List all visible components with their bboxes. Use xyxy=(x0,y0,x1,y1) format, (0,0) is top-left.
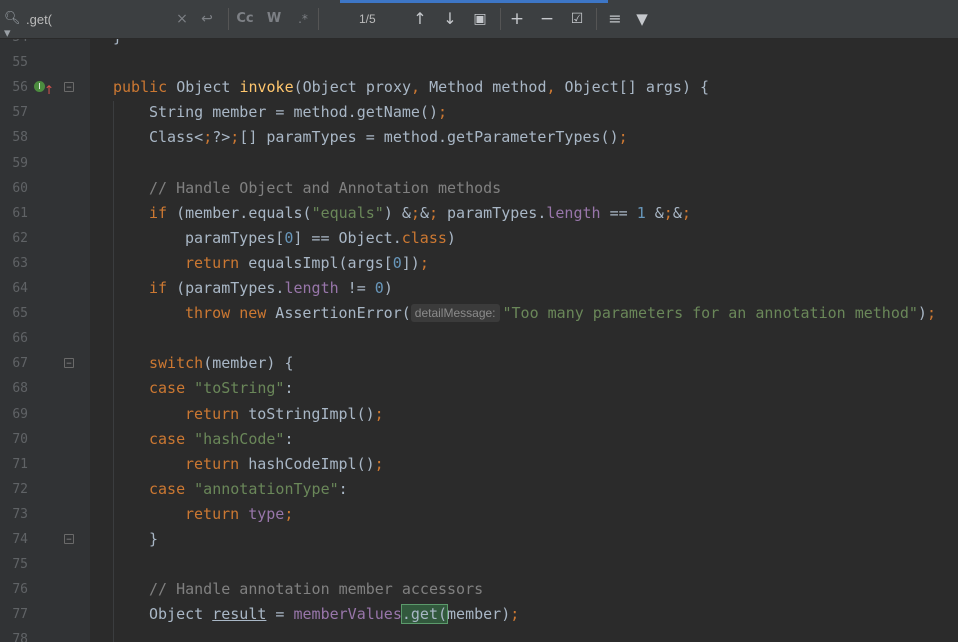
line-number: 70 xyxy=(12,431,28,447)
line-number: 77 xyxy=(12,607,28,623)
code-text: return equalsImpl(args[0]); xyxy=(185,253,429,272)
code-text: Object result = memberValues.get(member)… xyxy=(149,604,520,625)
code-text: case "hashCode": xyxy=(149,429,294,448)
line-number: 63 xyxy=(12,255,28,271)
code-text: if (member.equals("equals") &;&; paramTy… xyxy=(149,203,691,222)
line-number: 71 xyxy=(12,456,28,472)
add-occurrence-icon[interactable]: + xyxy=(506,9,528,29)
regex-icon[interactable]: .* xyxy=(294,9,312,29)
multiline-icon[interactable]: ≡ xyxy=(604,9,626,29)
fold-marker-icon[interactable]: − xyxy=(64,82,74,93)
code-text: Class<;?>;[] paramTypes = method.getPara… xyxy=(149,128,628,147)
code-text: case "toString": xyxy=(149,379,294,398)
line-number: 61 xyxy=(12,205,28,221)
code-line[interactable]: 54} xyxy=(0,39,958,50)
code-text: return hashCodeImpl(); xyxy=(185,454,384,473)
code-text: if (paramTypes.length != 0) xyxy=(149,279,393,297)
line-number: 56 xyxy=(12,80,28,96)
code-line[interactable]: 75 xyxy=(0,552,958,577)
code-line[interactable]: 69 return toStringImpl(); xyxy=(0,402,958,427)
line-number: 55 xyxy=(12,55,28,71)
line-number: 72 xyxy=(12,481,28,497)
code-editor[interactable]: 54}5556−I↑public Object invoke(Object pr… xyxy=(0,39,958,642)
line-number: 57 xyxy=(12,105,28,121)
line-number: 62 xyxy=(12,230,28,246)
previous-occurrence-icon[interactable]: ↑ xyxy=(410,9,430,29)
search-input[interactable] xyxy=(26,10,166,28)
code-line[interactable]: 65 throw new AssertionError(detailMessage… xyxy=(0,301,958,326)
line-number: 74 xyxy=(12,532,28,547)
code-line[interactable]: 70 case "hashCode": xyxy=(0,427,958,452)
line-number: 59 xyxy=(12,155,28,171)
match-count: 1/5 xyxy=(359,12,376,26)
code-text: switch(member) { xyxy=(149,354,294,373)
match-case-icon[interactable]: Cc xyxy=(234,9,256,29)
code-text: return toStringImpl(); xyxy=(185,404,384,423)
fold-marker-icon[interactable]: − xyxy=(64,534,74,545)
toolbar-separator xyxy=(500,8,501,30)
code-line[interactable]: 71 return hashCodeImpl(); xyxy=(0,452,958,477)
code-text: public Object invoke(Object proxy, Metho… xyxy=(113,78,710,97)
line-number: 76 xyxy=(12,582,28,598)
code-text: } xyxy=(149,530,159,548)
toolbar-separator xyxy=(596,8,597,30)
code-line[interactable]: 56− I ↑ public Object invoke(Object proxy, … xyxy=(0,75,958,100)
code-line[interactable]: 66 xyxy=(0,326,958,351)
code-text: return type; xyxy=(185,504,294,523)
line-number: 54 xyxy=(0,39,28,50)
code-line[interactable]: 72 case "annotationType": xyxy=(0,477,958,502)
code-line[interactable]: 63 return equalsImpl(args[0]); xyxy=(0,251,958,276)
code-line[interactable]: 77 Object result = memberValues.get(membe… xyxy=(0,602,958,627)
code-text: paramTypes[0] == Object.class) xyxy=(185,228,456,247)
code-text: case "annotationType": xyxy=(149,479,348,498)
line-number: 60 xyxy=(12,180,28,196)
code-text: String member = method.getName(); xyxy=(149,103,448,122)
line-number: 68 xyxy=(12,381,28,397)
select-all-occurrences-icon[interactable]: ☑ xyxy=(566,9,588,29)
remove-occurrence-icon[interactable]: − xyxy=(536,9,558,29)
code-line[interactable]: 78 xyxy=(0,627,958,642)
line-number: 69 xyxy=(12,406,28,422)
code-line[interactable]: 58 Class<;?>;[] paramTypes = method.getPa… xyxy=(0,125,958,150)
line-number: 65 xyxy=(12,306,28,322)
line-number: 58 xyxy=(12,130,28,146)
line-number: 73 xyxy=(12,506,28,522)
search-progress-bar xyxy=(340,0,608,3)
code-line[interactable]: 55 xyxy=(0,50,958,75)
line-number: 67 xyxy=(12,356,28,372)
toolbar-separator xyxy=(318,8,319,30)
code-text: throw new AssertionError(detailMessage: "… xyxy=(185,304,936,323)
code-line[interactable]: 67 − switch(member) { xyxy=(0,351,958,376)
search-history-icon[interactable]: 🔍︎▾ xyxy=(4,11,22,41)
line-number: 75 xyxy=(12,557,28,573)
line-number: 66 xyxy=(12,331,28,347)
code-line[interactable]: 59 xyxy=(0,151,958,176)
toolbar-separator xyxy=(228,8,229,30)
next-occurrence-icon[interactable]: ↓ xyxy=(440,9,460,29)
code-text: } xyxy=(113,39,122,50)
parameter-hint: detailMessage: xyxy=(410,304,500,323)
code-text: // Handle Object and Annotation methods xyxy=(149,178,502,197)
code-line[interactable]: 61 if (member.equals("equals") &;&; param… xyxy=(0,201,958,226)
select-all-matches-icon[interactable]: ▣ xyxy=(470,9,490,29)
code-line[interactable]: 73 return type; xyxy=(0,502,958,527)
fold-marker-icon[interactable]: − xyxy=(64,358,74,369)
find-toolbar: 🔍︎▾ × ↩ Cc W .* 1/5 ↑ ↓ ▣ + − ☑ ≡ ▼ xyxy=(0,0,958,41)
code-line[interactable]: 60 // Handle Object and Annotation method… xyxy=(0,176,958,201)
code-text: // Handle annotation member accessors xyxy=(149,580,484,599)
line-number: 64 xyxy=(12,281,28,296)
clear-search-icon[interactable]: × xyxy=(174,9,190,29)
code-line[interactable]: 57 String member = method.getName(); xyxy=(0,100,958,125)
code-line[interactable]: 68 case "toString": xyxy=(0,376,958,401)
line-number: 78 xyxy=(12,632,28,642)
code-line[interactable]: 62 paramTypes[0] == Object.class) xyxy=(0,226,958,251)
code-line[interactable]: 74 −} xyxy=(0,527,958,552)
replace-toggle-icon[interactable]: ↩ xyxy=(198,9,216,29)
code-line[interactable]: 64 if (paramTypes.length != 0) xyxy=(0,276,958,301)
search-match-highlight: .get( xyxy=(400,604,449,625)
whole-words-icon[interactable]: W xyxy=(264,9,284,29)
code-line[interactable]: 76 // Handle annotation member accessors xyxy=(0,577,958,602)
filter-icon[interactable]: ▼ xyxy=(632,9,652,29)
